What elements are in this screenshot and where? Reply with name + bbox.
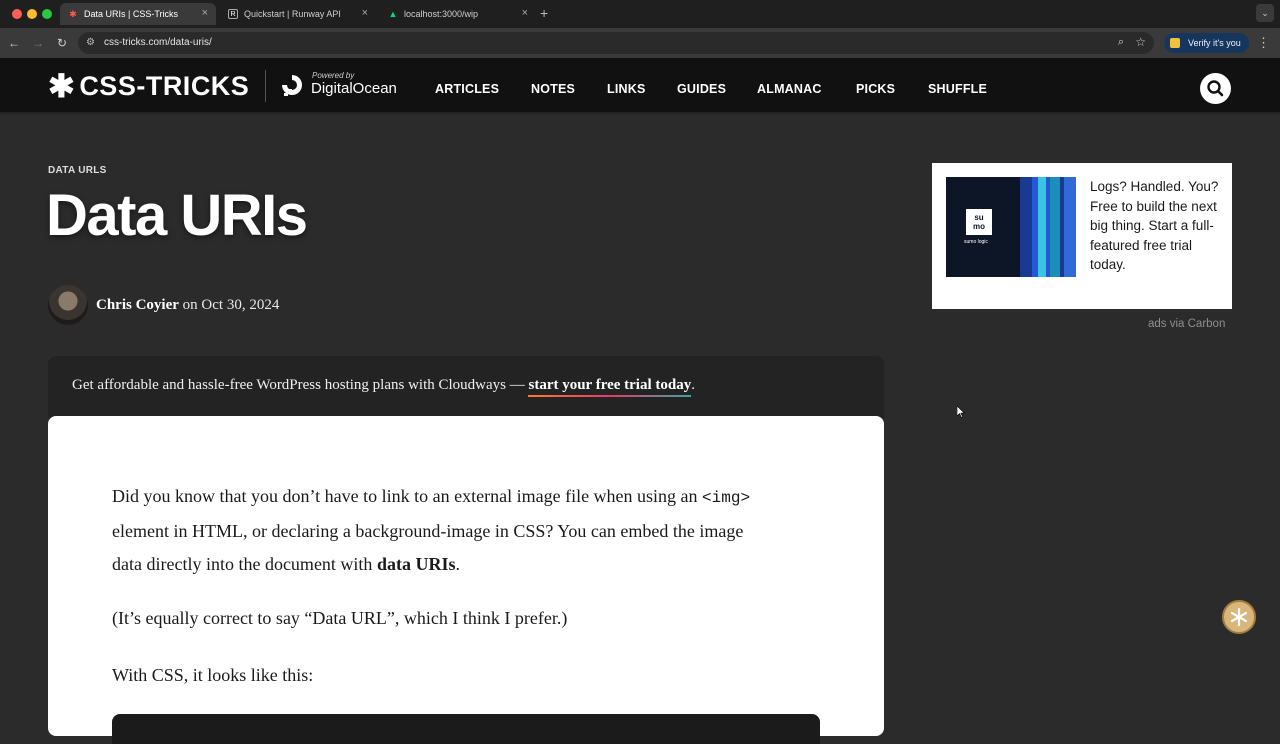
sponsor-name[interactable]: DigitalOcean (311, 80, 397, 97)
paragraph-css: With CSS, it looks like this: (112, 665, 314, 685)
url-text[interactable]: css-tricks.com/data-uris/ (104, 37, 212, 48)
nav-shuffle[interactable]: SHUFFLE (928, 82, 987, 96)
tab-data-uris[interactable]: ✱ Data URIs | CSS-Tricks × (60, 3, 216, 25)
site-logo[interactable]: ✱ CSS-TRICKS (48, 70, 249, 102)
nav-links[interactable]: LINKS (607, 82, 646, 96)
p1-text-c: data directly into the document with (112, 554, 377, 574)
verify-label: Verify it's you (1188, 38, 1241, 48)
author-name[interactable]: Chris Coyier (96, 297, 179, 313)
more-menu-icon[interactable]: ⋮ (1257, 35, 1270, 51)
search-button[interactable] (1200, 73, 1231, 104)
tab-label: localhost:3000/wip (404, 9, 479, 19)
sumo-logic-logo: su mo (966, 209, 992, 235)
carbon-ad[interactable]: su mo sumo logic Logs? Handled. You? Free… (932, 163, 1232, 309)
forward-arrow-icon[interactable]: → (30, 35, 46, 51)
cookie-glyph-icon (1230, 607, 1248, 627)
logo-line: mo (973, 222, 985, 231)
ad-stripe (1064, 177, 1076, 277)
page-title: Data URIs (46, 183, 308, 248)
tab-label: Data URIs | CSS-Tricks (84, 9, 179, 19)
article-body: Did you know that you don’t have to link… (48, 416, 884, 744)
css-tricks-asterisk-icon: ✱ (69, 8, 77, 19)
browser-toolbar: ← → ↻ ⚙ css-tricks.com/data-uris/ ⌕ ☆ Ve… (0, 28, 1280, 58)
p1-end: . (455, 554, 460, 574)
digitalocean-icon[interactable] (279, 72, 305, 98)
runway-icon: R (228, 9, 238, 19)
back-arrow-icon[interactable]: ← (6, 35, 22, 51)
search-icon (1207, 80, 1224, 97)
code-block[interactable] (112, 714, 820, 744)
cookie-icon[interactable] (1222, 600, 1256, 634)
tab-label: Quickstart | Runway API (244, 9, 341, 19)
close-window-button[interactable] (12, 9, 22, 19)
ads-via-carbon[interactable]: ads via Carbon (1148, 318, 1225, 330)
paragraph-intro: Did you know that you don’t have to link… (112, 480, 750, 581)
ad-stripe (1038, 177, 1046, 277)
p1-bold: data URIs (376, 554, 456, 574)
logo-tag: sumo logic (964, 239, 988, 245)
chevron-down-icon[interactable]: ⌄ (1256, 4, 1274, 22)
p1-text-b: element in HTML, or declaring a backgrou… (112, 521, 744, 541)
date-prefix: on (182, 297, 198, 313)
p1-text-a: Did you know that you don’t have to link… (112, 486, 703, 506)
close-icon[interactable]: × (522, 7, 528, 19)
logo-text: CSS-TRICKS (79, 70, 250, 101)
bookmark-star-icon[interactable]: ☆ (1135, 35, 1146, 49)
category-tag[interactable]: DATA URLS (48, 165, 107, 176)
paragraph-note: (It’s equally correct to say “Data URL”,… (112, 608, 568, 628)
css-tricks-asterisk-icon: ✱ (48, 68, 76, 104)
promo-link-label: start your free trial today (528, 377, 692, 393)
promo-copy: Get affordable and hassle-free WordPress… (72, 377, 529, 393)
ad-text[interactable]: Logs? Handled. You? Free to build the ne… (1090, 177, 1222, 275)
verify-button[interactable]: Verify it's you (1164, 33, 1249, 53)
tab-localhost[interactable]: ▲ localhost:3000/wip × (380, 3, 536, 25)
maximize-window-button[interactable] (42, 9, 52, 19)
promo-underline (528, 395, 692, 397)
nuxt-icon: ▲ (388, 9, 398, 19)
browser-tab-bar: ✱ Data URIs | CSS-Tricks × R Quickstart … (0, 0, 1280, 28)
promo-end: . (691, 377, 695, 393)
powered-by-label: Powered by (312, 71, 355, 80)
logo-divider (265, 70, 266, 102)
ad-image[interactable]: su mo sumo logic (946, 177, 1076, 277)
promo-link[interactable]: start your free trial today (528, 377, 692, 397)
nav-guides[interactable]: GUIDES (677, 82, 726, 96)
nav-articles[interactable]: ARTICLES (435, 82, 499, 96)
close-icon[interactable]: × (202, 7, 208, 19)
publish-date: Oct 30, 2024 (201, 297, 280, 313)
new-tab-button[interactable]: + (540, 5, 548, 21)
tab-runway[interactable]: R Quickstart | Runway API × (220, 3, 376, 25)
inline-code: <img> (702, 489, 751, 507)
nav-picks[interactable]: PICKS (856, 82, 895, 96)
nav-almanac[interactable]: ALMANAC (757, 82, 822, 96)
ad-stripe (1050, 177, 1060, 277)
verify-icon (1170, 38, 1180, 48)
logo-line: su (974, 213, 984, 222)
close-icon[interactable]: × (362, 7, 368, 19)
nav-notes[interactable]: NOTES (531, 82, 575, 96)
zoom-icon[interactable]: ⌕ (1118, 36, 1124, 49)
mouse-cursor-icon (957, 406, 965, 418)
byline: Chris Coyier on Oct 30, 2024 (96, 297, 279, 314)
site-info-icon[interactable]: ⚙ (86, 37, 95, 48)
author-avatar[interactable] (48, 285, 88, 325)
minimize-window-button[interactable] (27, 9, 37, 19)
sponsor-promo: Get affordable and hassle-free WordPress… (48, 356, 884, 418)
address-bar[interactable]: ⚙ css-tricks.com/data-uris/ ⌕ ☆ (78, 32, 1154, 54)
reload-icon[interactable]: ↻ (54, 35, 70, 51)
site-header: ✱ CSS-TRICKS Powered by DigitalOcean ART… (0, 58, 1280, 114)
promo-text: Get affordable and hassle-free WordPress… (72, 377, 695, 397)
